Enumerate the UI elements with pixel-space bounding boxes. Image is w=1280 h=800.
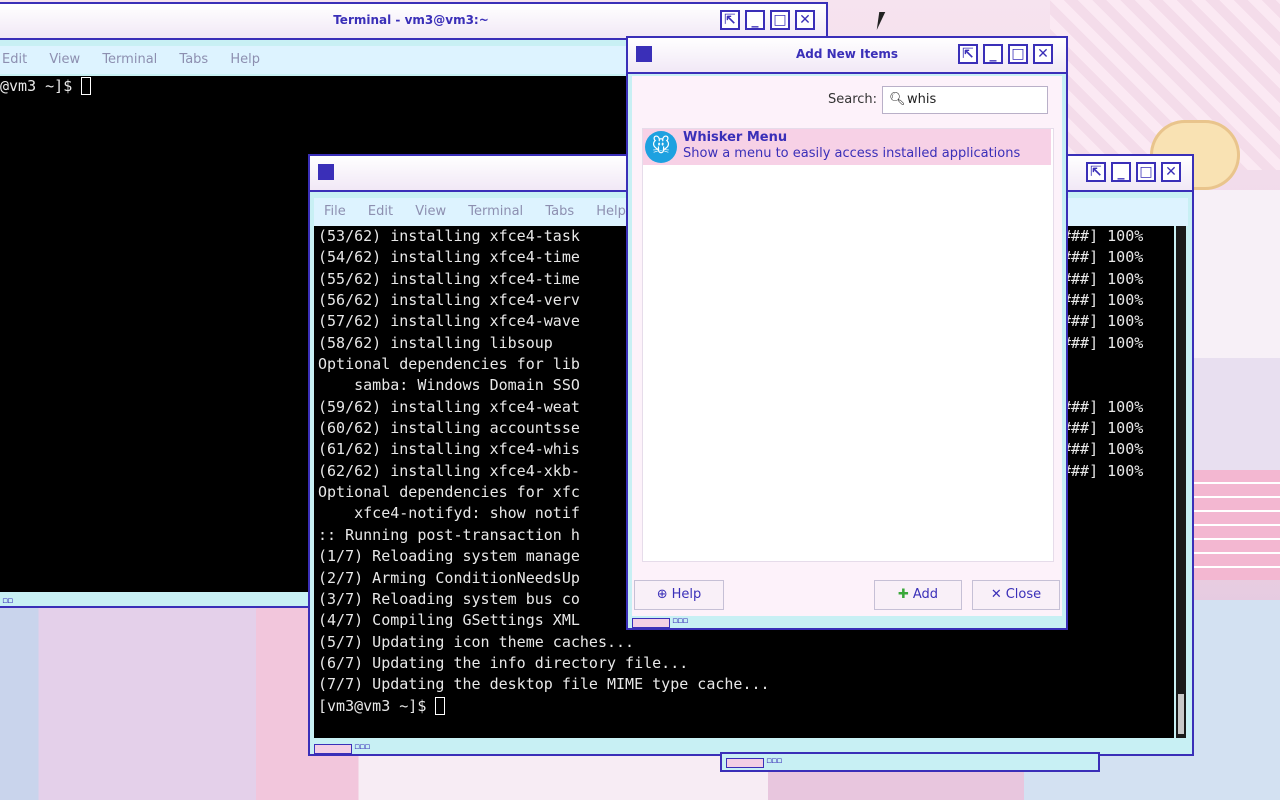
window-tab: [632, 618, 670, 628]
wallpaper-right-strip: [1190, 190, 1280, 470]
window-tab-dots: ▫▫: [2, 596, 13, 606]
menu-tabs[interactable]: Tabs: [545, 204, 574, 219]
window-tab-dots: ▫▫▫: [766, 756, 782, 766]
menu-tabs[interactable]: Tabs: [179, 52, 208, 67]
terminal-line: [vm3@vm3 ~]$: [318, 696, 770, 717]
prompt-text: @vm3 ~]$: [0, 77, 82, 95]
close-button[interactable]: ✕: [1033, 44, 1053, 64]
terminal-progress: ###] 100%: [1062, 227, 1144, 245]
scrollbar-thumb[interactable]: [1178, 694, 1184, 734]
maximize-vertical-icon[interactable]: ⇱: [1086, 162, 1106, 182]
background-window-strip: ▫▫▫: [720, 752, 1100, 772]
search-field[interactable]: 🔍︎: [882, 86, 1048, 114]
terminal-progress: [1062, 354, 1143, 375]
menu-help[interactable]: Help: [230, 52, 260, 67]
terminal-progress: ###] 100%: [1062, 397, 1144, 416]
close-icon: ✕: [990, 587, 1002, 602]
menu-edit[interactable]: Edit: [368, 204, 393, 219]
menu-terminal[interactable]: Terminal: [102, 52, 157, 67]
scrollbar[interactable]: [1176, 226, 1186, 738]
minimize-button[interactable]: _: [745, 10, 765, 30]
search-label: Search:: [828, 92, 878, 107]
list-item-whisker-menu[interactable]: 🐭︎ Whisker Menu Show a menu to easily ac…: [643, 129, 1051, 165]
minimize-button[interactable]: _: [1111, 162, 1131, 182]
terminal-line: (6/7) Updating the info directory file..…: [318, 653, 689, 672]
window-tab-dots: ▫▫▫: [672, 616, 688, 626]
menu-terminal[interactable]: Terminal: [468, 204, 523, 219]
list-item-description: Show a menu to easily access installed a…: [683, 146, 1021, 161]
terminal-lines-right: ###] 100% ###] 100% ###] 100% ###] 100% ###]…: [1062, 226, 1143, 482]
items-list[interactable]: 🐭︎ Whisker Menu Show a menu to easily ac…: [642, 128, 1054, 562]
terminal-progress: ###] 100%: [1062, 248, 1144, 267]
terminal-line: (7/7) Updating the desktop file MIME typ…: [318, 675, 770, 694]
help-button-label: Help: [671, 587, 702, 602]
add-button[interactable]: ✚ Add: [874, 580, 962, 610]
search-input[interactable]: [905, 91, 1047, 108]
terminal-progress: ###] 100%: [1062, 312, 1144, 331]
add-new-items-dialog[interactable]: Add New Items ⇱ _ □ ✕ Search: 🔍︎ 🐭︎ Whis…: [626, 36, 1068, 630]
terminal-progress: ###] 100%: [1062, 461, 1144, 480]
help-icon: ⊕: [656, 587, 668, 602]
maximize-button[interactable]: □: [1008, 44, 1028, 64]
close-button-label: Close: [1005, 587, 1042, 602]
menu-file[interactable]: File: [324, 204, 346, 219]
window-tab: [726, 758, 764, 768]
dialog-titlebar[interactable]: Add New Items ⇱ _ □ ✕: [628, 38, 1066, 74]
plus-icon: ✚: [897, 587, 909, 602]
minimize-button[interactable]: _: [983, 44, 1003, 64]
terminal-progress: [1062, 375, 1143, 396]
window-tab: [314, 744, 352, 754]
terminal-progress: ###] 100%: [1062, 333, 1144, 352]
close-dialog-button[interactable]: ✕ Close: [972, 580, 1060, 610]
window-menu-icon[interactable]: [318, 164, 334, 180]
back-terminal-title: Terminal - vm3@vm3:~: [333, 13, 489, 27]
wallpaper-bricks: [1190, 470, 1280, 580]
terminal-progress: ###] 100%: [1062, 269, 1144, 288]
terminal-progress: ###] 100%: [1062, 419, 1144, 438]
menu-edit[interactable]: Edit: [2, 52, 27, 67]
close-button[interactable]: ✕: [1161, 162, 1181, 182]
list-item-title: Whisker Menu: [683, 130, 788, 145]
search-icon: 🔍︎: [889, 92, 906, 107]
whisker-menu-icon: 🐭︎: [645, 131, 677, 163]
close-button[interactable]: ✕: [795, 10, 815, 30]
menu-help[interactable]: Help: [596, 204, 626, 219]
maximize-button[interactable]: □: [1136, 162, 1156, 182]
menu-view[interactable]: View: [49, 52, 80, 67]
terminal-line: (5/7) Updating icon theme caches...: [318, 632, 635, 651]
dialog-body: Search: 🔍︎ 🐭︎ Whisker Menu Show a menu t…: [632, 76, 1062, 616]
maximize-button[interactable]: □: [770, 10, 790, 30]
add-button-label: Add: [912, 587, 939, 602]
maximize-vertical-icon[interactable]: ⇱: [720, 10, 740, 30]
terminal-progress: ###] 100%: [1062, 440, 1144, 459]
menu-view[interactable]: View: [415, 204, 446, 219]
terminal-progress: ###] 100%: [1062, 291, 1144, 310]
terminal-cursor: [81, 77, 92, 95]
terminal-cursor: [435, 696, 446, 715]
window-tab-dots: ▫▫▫: [354, 742, 370, 752]
mouse-pointer-icon: [876, 12, 886, 30]
help-button[interactable]: ⊕ Help: [634, 580, 724, 610]
maximize-vertical-icon[interactable]: ⇱: [958, 44, 978, 64]
back-terminal-titlebar[interactable]: Terminal - vm3@vm3:~ ⇱ _ □ ✕: [0, 4, 826, 40]
